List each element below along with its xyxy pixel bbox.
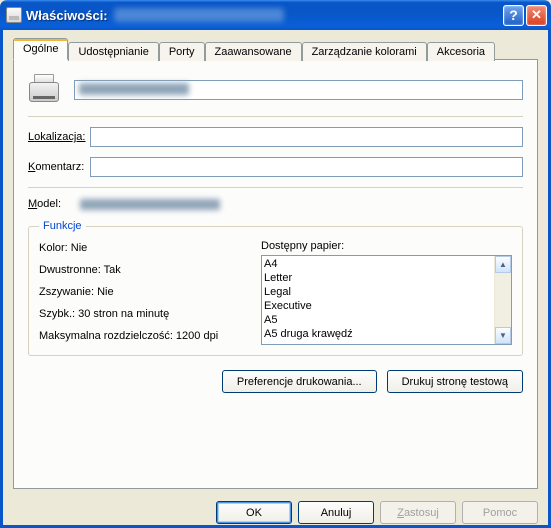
comment-label: Komentarz: xyxy=(28,161,90,173)
tab-ports[interactable]: Porty xyxy=(159,42,205,61)
printer-title-icon xyxy=(6,7,22,23)
tab-accessories[interactable]: Akcesoria xyxy=(427,42,495,61)
tabstrip: Ogólne Udostępnianie Porty Zaawansowane … xyxy=(13,38,538,60)
printer-icon xyxy=(28,74,60,106)
titlebar: Właściwości: ? ✕ xyxy=(0,0,551,30)
feature-duplex: Dwustronne: Tak xyxy=(39,264,249,276)
available-paper-list[interactable]: A4 Letter Legal Executive A5 A5 druga kr… xyxy=(261,255,512,345)
scrollbar[interactable]: ▲ ▼ xyxy=(494,256,511,344)
window-title: Właściwości: xyxy=(26,8,108,23)
ok-button[interactable]: OK xyxy=(216,501,292,524)
location-input[interactable] xyxy=(90,127,523,147)
model-value-blurred xyxy=(80,199,220,210)
title-blurred-name xyxy=(114,8,284,22)
scroll-down-icon[interactable]: ▼ xyxy=(495,327,511,344)
tab-sharing[interactable]: Udostępnianie xyxy=(68,42,158,61)
help-button[interactable]: Pomoc xyxy=(462,501,538,524)
available-paper-label: Dostępny papier: xyxy=(261,240,512,252)
dialog-frame: Ogólne Udostępnianie Porty Zaawansowane … xyxy=(0,30,551,528)
close-window-button[interactable]: ✕ xyxy=(526,5,547,26)
tab-general[interactable]: Ogólne xyxy=(13,38,68,60)
help-window-button[interactable]: ? xyxy=(503,5,524,26)
model-label: Model: xyxy=(28,198,80,210)
tab-advanced[interactable]: Zaawansowane xyxy=(205,42,302,61)
list-item[interactable]: A4 xyxy=(264,257,492,271)
list-item[interactable]: Executive xyxy=(264,299,492,313)
comment-input[interactable] xyxy=(90,157,523,177)
list-item[interactable]: Letter xyxy=(264,271,492,285)
list-item[interactable]: A5 xyxy=(264,313,492,327)
apply-button[interactable]: Zastosuj xyxy=(380,501,456,524)
cancel-button[interactable]: Anuluj xyxy=(298,501,374,524)
divider-2 xyxy=(28,187,523,188)
divider xyxy=(28,116,523,117)
printing-preferences-button[interactable]: Preferencje drukowania... xyxy=(222,370,377,393)
feature-resolution: Maksymalna rozdzielczość: 1200 dpi xyxy=(39,330,249,342)
tab-color-management[interactable]: Zarządzanie kolorami xyxy=(302,42,427,61)
printer-name-input[interactable] xyxy=(74,80,523,100)
print-test-page-button[interactable]: Drukuj stronę testową xyxy=(387,370,523,393)
tab-panel-general: Lokalizacja: Komentarz: Model: Funkcje K… xyxy=(13,59,538,489)
features-group: Funkcje Kolor: Nie Dwustronne: Tak Zszyw… xyxy=(28,220,523,356)
feature-speed: Szybk.: 30 stron na minutę xyxy=(39,308,249,320)
location-label: Lokalizacja: xyxy=(28,131,90,143)
scroll-up-icon[interactable]: ▲ xyxy=(495,256,511,273)
features-legend: Funkcje xyxy=(39,220,86,232)
list-item[interactable]: Legal xyxy=(264,285,492,299)
list-item[interactable]: A5 druga krawędź xyxy=(264,327,492,341)
feature-color: Kolor: Nie xyxy=(39,242,249,254)
feature-staple: Zszywanie: Nie xyxy=(39,286,249,298)
